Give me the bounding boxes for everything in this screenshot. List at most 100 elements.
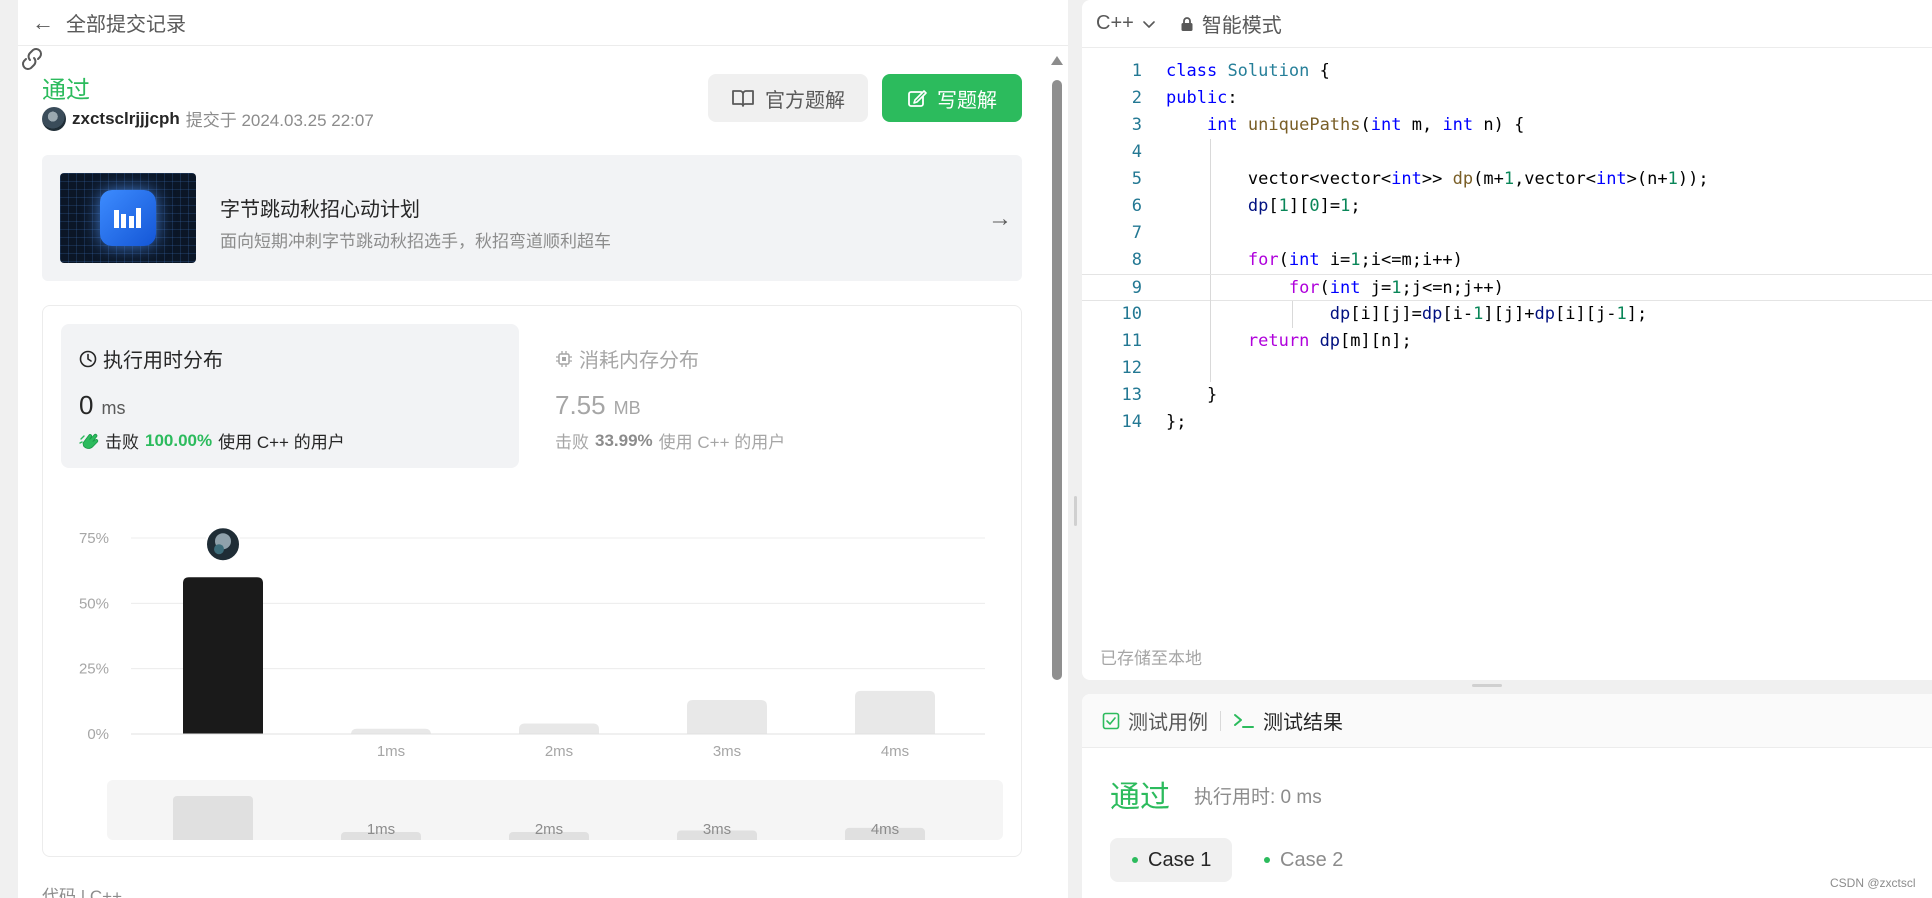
navigator-tick-label: 1ms xyxy=(367,821,395,838)
tab-test-result[interactable]: 测试结果 xyxy=(1233,706,1343,735)
navigator-tick-label: 3ms xyxy=(703,821,731,838)
bar-3ms[interactable] xyxy=(687,700,767,734)
navigator-tick-label: 4ms xyxy=(871,821,899,838)
promo-image xyxy=(60,173,196,263)
runtime-heading: 执行用时分布 xyxy=(103,350,223,372)
clock-icon xyxy=(79,350,97,367)
official-solution-label: 官方题解 xyxy=(765,89,845,112)
case-1-label: Case 1 xyxy=(1148,848,1212,871)
runtime-metric[interactable]: 执行用时分布 0 ms 击败 100.00% 使用 C++ 的用户 xyxy=(61,324,519,468)
terminal-icon xyxy=(1234,713,1254,728)
memory-heading: 消耗内存分布 xyxy=(579,350,699,372)
chart-navigator[interactable]: 1ms 2ms 3ms 4ms xyxy=(107,780,1003,840)
write-solution-button[interactable]: 写题解 xyxy=(882,74,1022,122)
panel-header: ← 全部提交记录 xyxy=(18,0,1068,46)
case-1-button[interactable]: Case 1 xyxy=(1110,838,1232,882)
lock-icon xyxy=(1181,16,1193,31)
tab-test-cases[interactable]: 测试用例 xyxy=(1102,706,1208,735)
memory-beat-users: 使用 C++ 的用户 xyxy=(658,433,786,452)
editor-header: C++ 智能模式 xyxy=(1082,0,1932,48)
code-line-9: 9 for(int j=1;j<=n;j++) xyxy=(1082,274,1932,302)
x-tick-label: 4ms xyxy=(881,743,909,760)
bar-2ms[interactable] xyxy=(519,723,599,734)
code-line-2: 2 public: xyxy=(1131,88,1238,108)
all-submissions-link[interactable]: 全部提交记录 xyxy=(66,8,186,37)
code-line-1: 1 class Solution { xyxy=(1131,61,1330,81)
case-2-label: Case 2 xyxy=(1280,848,1344,871)
smart-mode-toggle[interactable]: 智能模式 xyxy=(1180,9,1282,38)
bytedance-logo-icon xyxy=(100,190,156,246)
navigator-bar-0ms xyxy=(173,796,253,840)
code-line-5: 5 vector<vector<int>> dp(m+1,vector<int>… xyxy=(1082,166,1932,193)
memory-metric[interactable]: 消耗内存分布 7.55 MB 击败 33.99% 使用 C++ 的用户 xyxy=(537,324,995,468)
x-tick-label: 1ms xyxy=(377,743,405,760)
vertical-resize-handle[interactable] xyxy=(1074,496,1077,526)
tab-test-cases-label: 测试用例 xyxy=(1128,712,1208,734)
code-line-7: 7 xyxy=(1082,220,1932,247)
y-tick-label: 75% xyxy=(79,530,109,547)
result-tabs: 测试用例 测试结果 xyxy=(1082,694,1932,748)
language-select[interactable]: C++ xyxy=(1096,12,1156,35)
link-icon[interactable] xyxy=(18,46,46,72)
code-line-6: 6 dp[1][0]=1; xyxy=(1082,193,1932,220)
promo-title: 字节跳动秋招心动计划 xyxy=(220,199,420,221)
left-scrollbar[interactable] xyxy=(1050,52,1064,898)
submit-time: 提交于 2024.03.25 22:07 xyxy=(185,111,374,130)
result-status: 通过 xyxy=(1110,781,1170,814)
runtime-beat-percent: 100.00% xyxy=(145,430,213,450)
code-editor-panel: C++ 智能模式 1 class Solution { 2 public: 3 in… xyxy=(1082,0,1932,680)
code-line-3: 3 int uniquePaths(int m, int n) { xyxy=(1131,115,1525,135)
code-area[interactable]: 1 class Solution { 2 public: 3 int uniqueP… xyxy=(1082,58,1932,436)
pass-dot-icon xyxy=(1132,857,1138,863)
runtime-unit: ms xyxy=(101,398,126,418)
code-line-13: 13 } xyxy=(1121,385,1218,405)
result-runtime: 执行用时: 0 ms xyxy=(1194,787,1322,808)
username[interactable]: zxctsclrjjjcph xyxy=(72,109,180,129)
write-solution-label: 写题解 xyxy=(937,89,997,112)
promo-subtitle: 面向短期冲刺字节跳动秋招选手，秋招弯道顺利超车 xyxy=(220,232,611,251)
my-submission-avatar xyxy=(205,526,241,563)
submission-status: 通过 xyxy=(42,77,90,104)
code-line-8: 8 for(int i=1;i<=m;i++) xyxy=(1082,247,1932,274)
horizontal-resize-handle[interactable] xyxy=(1082,680,1932,694)
watermark: CSDN @zxctscl xyxy=(1830,876,1916,890)
navigator-tick-label: 2ms xyxy=(535,821,563,838)
memory-value: 7.55 xyxy=(555,390,606,420)
arrow-right-icon[interactable]: → xyxy=(988,205,1012,233)
y-tick-label: 25% xyxy=(79,661,109,678)
code-line-12: 12 xyxy=(1082,355,1932,382)
y-tick-label: 0% xyxy=(87,726,109,743)
code-tab[interactable]: 代码 | C++ xyxy=(42,882,122,898)
arrow-left-icon[interactable]: ← xyxy=(32,10,56,36)
case-2-button[interactable]: Case 2 xyxy=(1242,838,1364,882)
code-line-11: 11 return dp[m][n]; xyxy=(1082,328,1932,355)
code-line-10: 10 dp[i][j]=dp[i-1][j]+dp[i][j-1]; xyxy=(1082,301,1932,328)
language-label: C++ xyxy=(1096,12,1134,34)
submitter-info: zxctsclrjjjcph 提交于 2024.03.25 22:07 xyxy=(42,106,374,131)
pass-dot-icon xyxy=(1264,857,1270,863)
scroll-up-icon[interactable] xyxy=(1051,56,1063,65)
memory-beat-percent: 33.99% xyxy=(595,430,653,450)
test-result-panel: 测试用例 测试结果 通过 执行用时: 0 ms Case 1 Case 2 xyxy=(1082,694,1932,898)
code-line-4: 4 xyxy=(1082,139,1932,166)
clap-icon xyxy=(79,433,99,449)
bar-4ms[interactable] xyxy=(855,690,935,734)
edit-icon xyxy=(908,90,927,107)
memory-unit: MB xyxy=(613,398,641,418)
chevron-down-icon xyxy=(1143,20,1155,28)
code-line-14: 14}; xyxy=(1121,412,1187,432)
y-tick-label: 50% xyxy=(79,595,109,612)
runtime-beat-label: 击败 xyxy=(105,433,139,452)
avatar[interactable] xyxy=(42,106,66,131)
official-solution-button[interactable]: 官方题解 xyxy=(708,74,868,122)
chip-icon xyxy=(556,350,572,367)
checkbox-icon xyxy=(1102,712,1120,729)
runtime-beat-users: 使用 C++ 的用户 xyxy=(218,433,345,452)
scrollbar-thumb[interactable] xyxy=(1052,80,1062,680)
submission-detail-panel: ← 全部提交记录 通过 zxctsclrjjjcph 提交于 2024.03.2… xyxy=(18,0,1068,898)
book-icon xyxy=(732,90,754,107)
bar-0ms[interactable] xyxy=(183,577,263,734)
runtime-distribution-chart: 75% 50% 25% 0% 1ms 2ms 3ms 4ms xyxy=(79,526,985,760)
saved-locally-note: 已存储至本地 xyxy=(1100,649,1202,668)
promo-banner[interactable]: 字节跳动秋招心动计划 面向短期冲刺字节跳动秋招选手，秋招弯道顺利超车 → xyxy=(42,155,1022,281)
